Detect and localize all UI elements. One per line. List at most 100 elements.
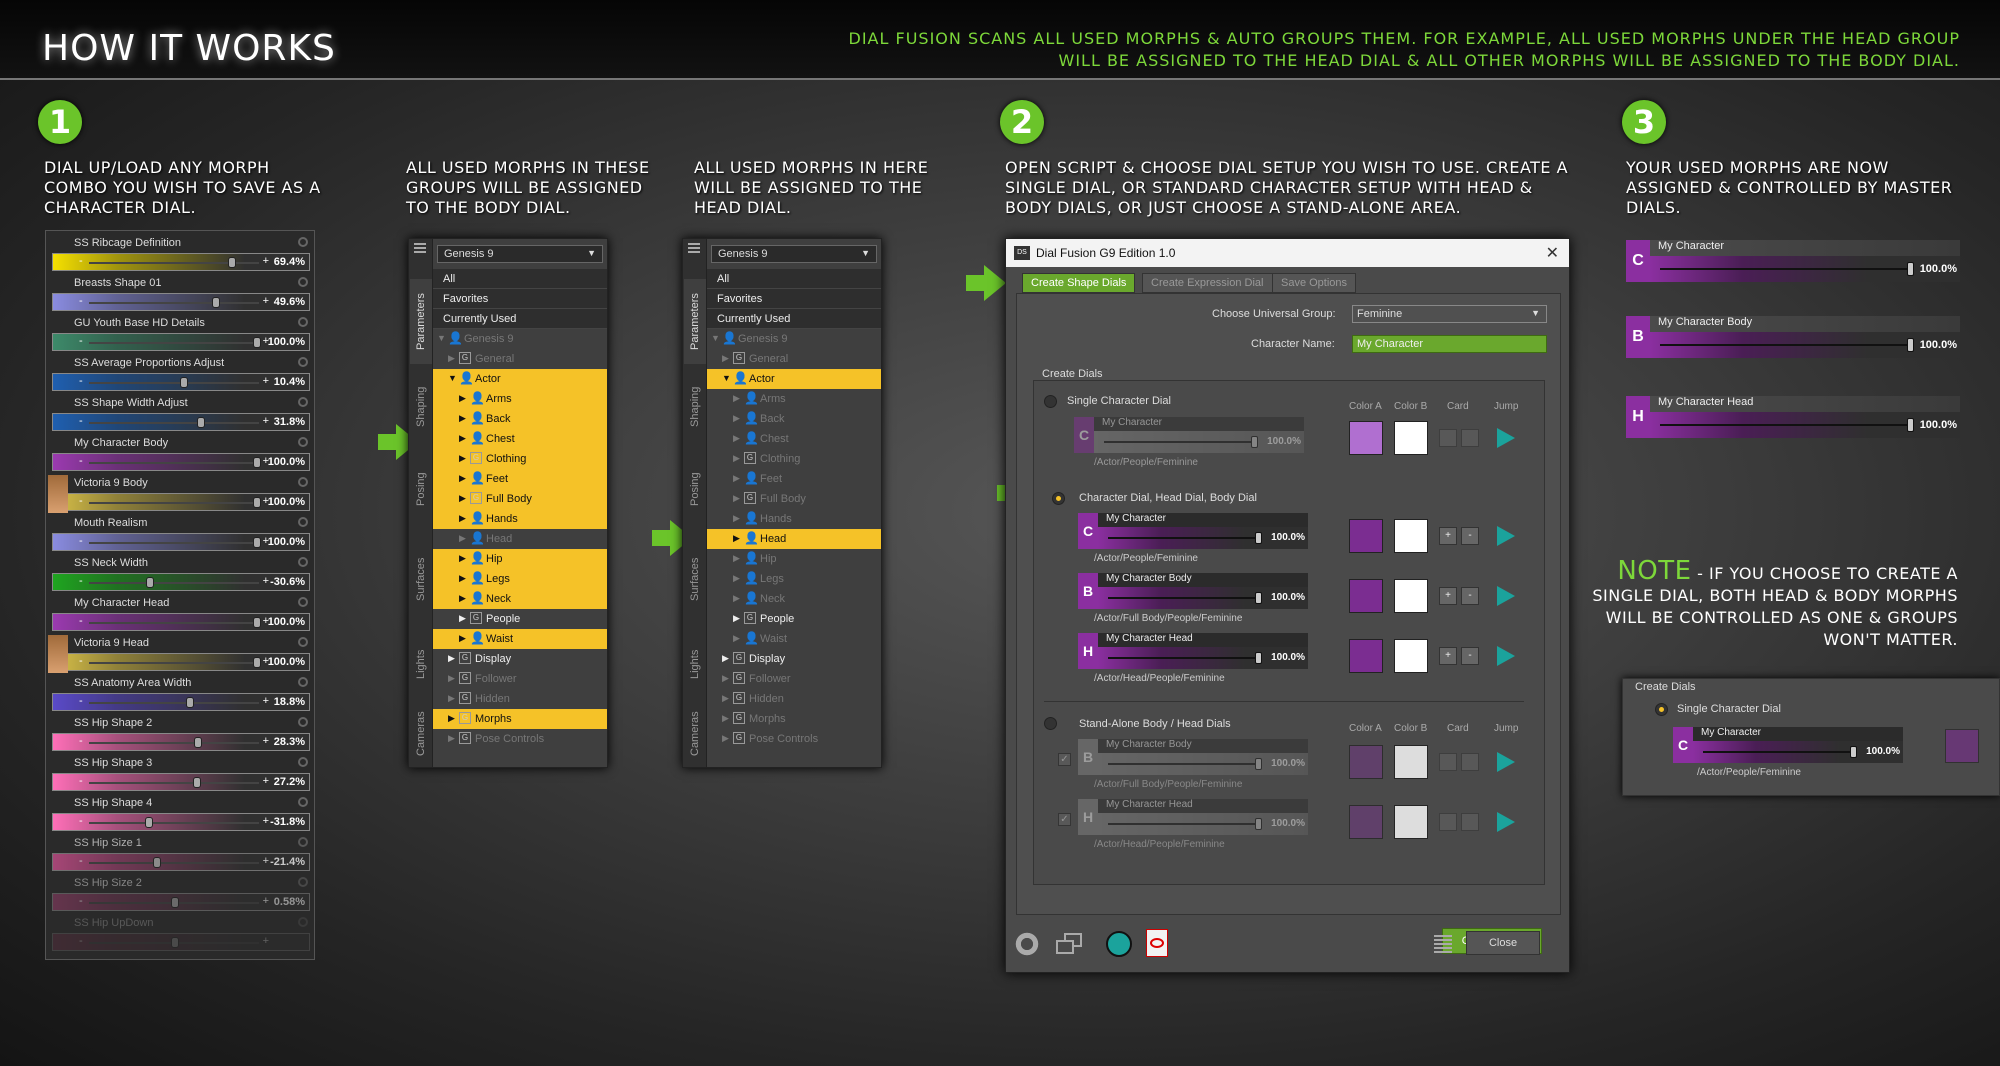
tree-row-head[interactable]: ▶ 👤 Head bbox=[433, 529, 607, 549]
side-tab-shaping[interactable]: Shaping bbox=[410, 369, 432, 444]
tree-row-clothing[interactable]: ▶ G Clothing bbox=[433, 449, 607, 469]
standalone-body-card-remove-button[interactable] bbox=[1461, 753, 1479, 771]
expand-arrow-icon[interactable]: ▶ bbox=[733, 633, 740, 644]
tree-row-arms[interactable]: ▶ 👤 Arms bbox=[433, 389, 607, 409]
help-character-icon[interactable] bbox=[1106, 931, 1132, 957]
plus-icon[interactable]: + bbox=[263, 415, 269, 427]
morph-dial-knob[interactable] bbox=[211, 297, 220, 308]
standalone-body-color-b-swatch[interactable] bbox=[1394, 745, 1428, 779]
expand-arrow-icon[interactable]: ▶ bbox=[733, 413, 740, 424]
minus-icon[interactable]: - bbox=[79, 735, 83, 747]
minus-icon[interactable]: - bbox=[79, 375, 83, 387]
expand-arrow-icon[interactable]: ▶ bbox=[733, 593, 740, 604]
standalone-head-color-a-swatch[interactable] bbox=[1349, 805, 1383, 839]
tree-row-waist[interactable]: ▶ 👤 Waist bbox=[433, 629, 607, 649]
tab-create-shape-dials[interactable]: Create Shape Dials bbox=[1022, 273, 1136, 293]
windows-icon[interactable] bbox=[1056, 933, 1082, 955]
morph-dial-knob[interactable] bbox=[171, 897, 180, 908]
morph-dial-knob[interactable] bbox=[253, 617, 261, 628]
expand-arrow-icon[interactable]: ▶ bbox=[448, 653, 455, 664]
expand-arrow-icon[interactable]: ▶ bbox=[448, 353, 455, 364]
plus-icon[interactable]: + bbox=[263, 895, 269, 907]
plus-icon[interactable]: + bbox=[263, 255, 269, 267]
tree-row-genesis-9[interactable]: ▼ 👤 Genesis 9 bbox=[707, 329, 881, 349]
tree-row-favorites[interactable]: Favorites bbox=[433, 289, 607, 309]
expand-arrow-icon[interactable]: ▼ bbox=[437, 333, 446, 343]
morph-dial-bar[interactable]: - + bbox=[52, 933, 310, 951]
expand-arrow-icon[interactable]: ▶ bbox=[459, 613, 466, 624]
morph-dial-knob[interactable] bbox=[193, 777, 202, 788]
plus-icon[interactable]: + bbox=[263, 695, 269, 707]
standalone-head-jump-play-icon[interactable] bbox=[1497, 812, 1515, 832]
menu-lines-icon[interactable] bbox=[1434, 935, 1452, 953]
menu-lines-icon[interactable] bbox=[688, 243, 700, 255]
morph-dial-row[interactable]: Victoria 9 Head - +100.0% bbox=[48, 635, 312, 673]
standalone-head-color-b-swatch[interactable] bbox=[1394, 805, 1428, 839]
morph-dial-knob[interactable] bbox=[145, 577, 154, 588]
minus-icon[interactable]: - bbox=[79, 855, 83, 867]
expand-arrow-icon[interactable]: ▶ bbox=[733, 613, 740, 624]
single-dial-radio[interactable] bbox=[1044, 395, 1057, 408]
morph-dial-row[interactable]: SS Hip Shape 2 - +28.3% bbox=[48, 715, 312, 753]
morph-dial-knob[interactable] bbox=[253, 337, 261, 348]
mini-single-dial-radio[interactable] bbox=[1655, 703, 1668, 716]
expand-arrow-icon[interactable]: ▶ bbox=[733, 393, 740, 404]
character-jump-play-icon[interactable] bbox=[1497, 526, 1515, 546]
character-card-add-button[interactable]: + bbox=[1439, 527, 1457, 545]
close-icon[interactable]: ✕ bbox=[1546, 243, 1559, 263]
tree-row-head[interactable]: ▶ 👤 Head bbox=[707, 529, 881, 549]
gear-icon[interactable] bbox=[298, 277, 308, 287]
tree-row-legs[interactable]: ▶ 👤 Legs bbox=[707, 569, 881, 589]
master-dial-character[interactable]: C My Character 100.0% bbox=[1626, 240, 1960, 282]
side-tab-surfaces[interactable]: Surfaces bbox=[410, 539, 432, 619]
tab-save-options[interactable]: Save Options bbox=[1272, 273, 1357, 293]
minus-icon[interactable]: - bbox=[79, 895, 83, 907]
expand-arrow-icon[interactable]: ▶ bbox=[459, 553, 466, 564]
close-button[interactable]: Close bbox=[1466, 931, 1540, 955]
minus-icon[interactable]: - bbox=[79, 495, 83, 507]
standalone-body-jump-play-icon[interactable] bbox=[1497, 752, 1515, 772]
tree-row-hidden[interactable]: ▶ G Hidden bbox=[707, 689, 881, 709]
expand-arrow-icon[interactable]: ▶ bbox=[733, 533, 740, 544]
tree-row-feet[interactable]: ▶ 👤 Feet bbox=[433, 469, 607, 489]
morph-dial-row[interactable]: SS Hip Size 1 - + -21.4% bbox=[48, 835, 312, 873]
side-tab-cameras[interactable]: Cameras bbox=[684, 699, 706, 767]
morph-dial-knob[interactable] bbox=[197, 417, 206, 428]
expand-arrow-icon[interactable]: ▶ bbox=[459, 593, 466, 604]
minus-icon[interactable]: - bbox=[79, 415, 83, 427]
pdf-icon[interactable] bbox=[1146, 929, 1168, 957]
side-tab-lights[interactable]: Lights bbox=[410, 634, 432, 694]
minus-icon[interactable]: - bbox=[79, 815, 83, 827]
body-card-remove-button[interactable]: - bbox=[1461, 587, 1479, 605]
expand-arrow-icon[interactable]: ▶ bbox=[733, 573, 740, 584]
morph-dial-bar[interactable]: - +0.58% bbox=[52, 893, 310, 911]
tree-row-chest[interactable]: ▶ 👤 Chest bbox=[433, 429, 607, 449]
tree-row-arms[interactable]: ▶ 👤 Arms bbox=[707, 389, 881, 409]
morph-dial-bar[interactable]: - +100.0% bbox=[52, 333, 310, 351]
plus-icon[interactable]: + bbox=[263, 375, 269, 387]
gear-icon[interactable] bbox=[298, 837, 308, 847]
body-card-add-button[interactable]: + bbox=[1439, 587, 1457, 605]
tree-row-neck[interactable]: ▶ 👤 Neck bbox=[707, 589, 881, 609]
gear-icon[interactable] bbox=[298, 357, 308, 367]
expand-arrow-icon[interactable]: ▶ bbox=[722, 693, 729, 704]
morph-dial-row[interactable]: Victoria 9 Body - +100.0% bbox=[48, 475, 312, 513]
morph-dial-row[interactable]: SS Ribcage Definition - +69.4% bbox=[48, 235, 312, 273]
expand-arrow-icon[interactable]: ▶ bbox=[448, 713, 455, 724]
tree-row-display[interactable]: ▶ G Display bbox=[707, 649, 881, 669]
expand-arrow-icon[interactable]: ▶ bbox=[733, 433, 740, 444]
master-dial-head[interactable]: H My Character Head 100.0% bbox=[1626, 396, 1960, 438]
gear-icon[interactable] bbox=[298, 397, 308, 407]
minus-icon[interactable]: - bbox=[79, 295, 83, 307]
expand-arrow-icon[interactable]: ▶ bbox=[459, 433, 466, 444]
morph-dial-knob[interactable] bbox=[253, 657, 261, 668]
standalone-head-card-remove-button[interactable] bbox=[1461, 813, 1479, 831]
menu-lines-icon[interactable] bbox=[414, 243, 426, 255]
expand-arrow-icon[interactable]: ▶ bbox=[459, 533, 466, 544]
standalone-body-card-add-button[interactable] bbox=[1439, 753, 1457, 771]
minus-icon[interactable]: - bbox=[79, 695, 83, 707]
gear-icon[interactable] bbox=[298, 557, 308, 567]
morph-dial-bar[interactable]: - +27.2% bbox=[52, 773, 310, 791]
expand-arrow-icon[interactable]: ▶ bbox=[733, 473, 740, 484]
tree-row-all[interactable]: All bbox=[433, 269, 607, 289]
